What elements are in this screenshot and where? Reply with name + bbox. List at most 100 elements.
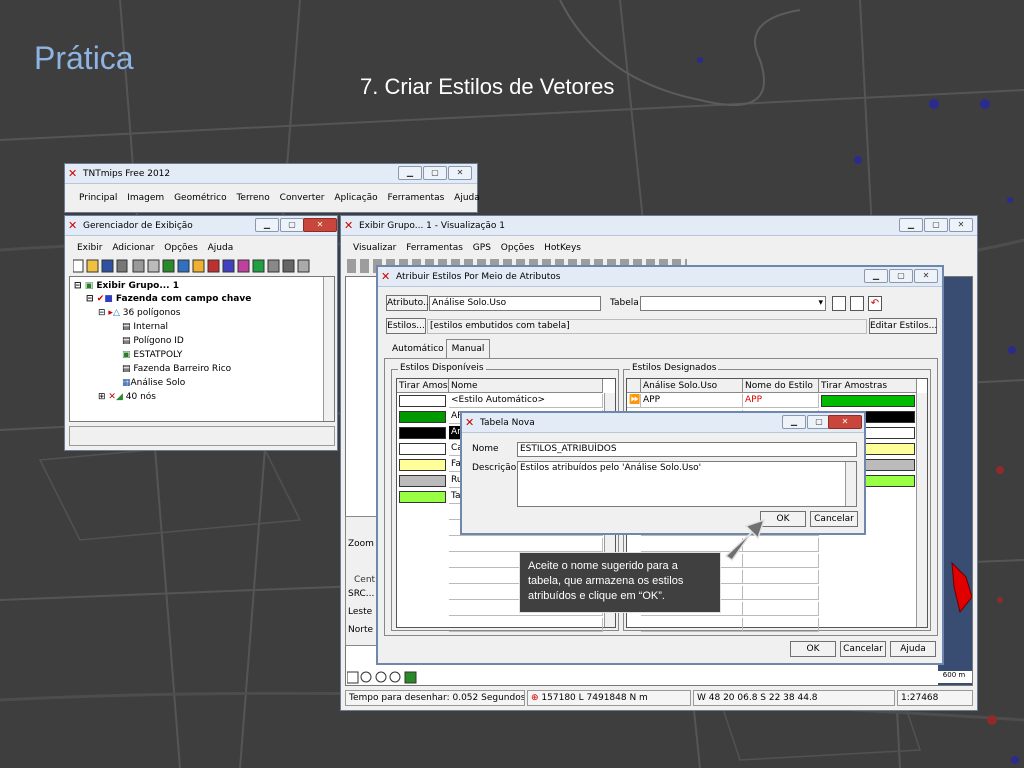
- display-manager-title-bar[interactable]: ✕ Gerenciador de Exibição ▁ ▢ ✕: [65, 216, 337, 236]
- table-select[interactable]: ▾: [640, 296, 826, 311]
- close-button[interactable]: ✕: [914, 269, 938, 283]
- menu-adicionar[interactable]: Adicionar: [112, 243, 154, 253]
- style-swatch[interactable]: [399, 395, 446, 407]
- slide-subtitle: 7. Criar Estilos de Vetores: [360, 74, 615, 99]
- pointer-arrow-icon: [724, 518, 766, 562]
- menu-terreno[interactable]: Terreno: [236, 193, 269, 203]
- col-header-sample[interactable]: Tirar Amostras: [397, 379, 449, 393]
- main-menu: Principal Imagem Geométrico Terreno Conv…: [79, 190, 487, 206]
- style-swatch[interactable]: [399, 427, 446, 439]
- tab-automatico[interactable]: Automático: [392, 344, 444, 354]
- minimize-button[interactable]: ▁: [255, 218, 279, 232]
- menu-exibir[interactable]: Exibir: [77, 243, 102, 253]
- menu-ferramentas[interactable]: Ferramentas: [406, 243, 463, 253]
- style-swatch[interactable]: [399, 491, 446, 503]
- main-title-bar[interactable]: ✕ TNTmips Free 2012 ▁ ▢ ✕: [65, 164, 477, 184]
- close-button[interactable]: ✕: [949, 218, 973, 232]
- menu-principal[interactable]: Principal: [79, 193, 117, 203]
- available-style-name[interactable]: <Estilo Automático>: [449, 394, 603, 408]
- menu-ajuda[interactable]: Ajuda: [208, 243, 234, 253]
- src-button[interactable]: SRC...: [348, 589, 374, 599]
- minimize-button[interactable]: ▁: [899, 218, 923, 232]
- tntmips-logo-icon: ✕: [465, 416, 475, 429]
- style-swatch[interactable]: [399, 443, 446, 455]
- description-scrollbar[interactable]: [845, 462, 856, 506]
- new-table-title-bar[interactable]: ✕ Tabela Nova ▁ ▢ ✕: [462, 413, 864, 433]
- edit-table-icon[interactable]: [850, 296, 864, 311]
- menu-gps[interactable]: GPS: [473, 243, 491, 253]
- cancel-button[interactable]: Cancelar: [840, 641, 886, 657]
- style-swatch[interactable]: [399, 475, 446, 487]
- close-button[interactable]: ✕: [303, 218, 337, 232]
- tntmips-main-window: ✕ TNTmips Free 2012 ▁ ▢ ✕ Principal Imag…: [64, 163, 480, 213]
- minimize-button[interactable]: ▁: [782, 415, 806, 429]
- assigned-style-name[interactable]: APP: [743, 394, 819, 408]
- tree-item-fazenda[interactable]: ▤ Fazenda Barreiro Rico: [122, 364, 231, 374]
- assigned-uso-value[interactable]: APP: [641, 394, 743, 408]
- ok-button[interactable]: OK: [790, 641, 836, 657]
- assigned-style-swatch[interactable]: [821, 395, 915, 407]
- menu-geometrico[interactable]: Geométrico: [174, 193, 227, 203]
- description-input[interactable]: Estilos atribuídos pelo 'Análise Solo.Us…: [517, 461, 857, 507]
- attribute-button[interactable]: Atributo...: [386, 295, 432, 311]
- tree-scrollbar[interactable]: [323, 277, 334, 421]
- bottom-tool-icons[interactable]: [346, 671, 427, 685]
- assigned-scrollbar[interactable]: [916, 393, 927, 627]
- undo-icon[interactable]: ↶: [868, 296, 882, 311]
- menu-ferramentas[interactable]: Ferramentas: [388, 193, 445, 203]
- menu-converter[interactable]: Converter: [280, 193, 325, 203]
- assign-title-bar[interactable]: ✕ Atribuir Estilos Por Meio de Atributos…: [378, 267, 942, 287]
- style-swatch[interactable]: [399, 411, 446, 423]
- col-header-style-name[interactable]: Nome do Estilo: [743, 379, 819, 393]
- display-manager-title: Gerenciador de Exibição: [83, 221, 193, 231]
- minimize-button[interactable]: ▁: [864, 269, 888, 283]
- table-name-input[interactable]: ESTILOS_ATRIBUÍDOS: [517, 442, 857, 457]
- scale-bar: 600 m: [936, 671, 972, 683]
- display-manager-window: ✕ Gerenciador de Exibição ▁ ▢ ✕ Exibir A…: [64, 215, 338, 451]
- tree-item-group[interactable]: ⊟ ▣ Exibir Grupo... 1: [74, 281, 179, 291]
- edit-styles-button[interactable]: Editar Estilos...: [869, 318, 937, 334]
- maximize-button[interactable]: ▢: [423, 166, 447, 180]
- styles-field: [estilos embutidos com tabela]: [427, 319, 867, 334]
- view-title-bar[interactable]: ✕ Exibir Grupo... 1 - Visualização 1 ▁ ▢…: [341, 216, 977, 236]
- tree-item-estatpoly[interactable]: ▣ ESTATPOLY: [122, 350, 182, 360]
- menu-opcoes[interactable]: Opções: [164, 243, 197, 253]
- tree-item-layer[interactable]: ⊟ ✔■ Fazenda com campo chave: [86, 294, 251, 304]
- tab-manual[interactable]: Manual: [446, 339, 490, 359]
- help-button[interactable]: Ajuda: [890, 641, 936, 657]
- maximize-button[interactable]: ▢: [924, 218, 948, 232]
- tntmips-logo-icon: ✕: [68, 219, 78, 232]
- menu-imagem[interactable]: Imagem: [127, 193, 164, 203]
- maximize-button[interactable]: ▢: [889, 269, 913, 283]
- close-button[interactable]: ✕: [448, 166, 472, 180]
- empty-row: [743, 586, 819, 600]
- col-header-sample[interactable]: Tirar Amostras: [819, 379, 917, 393]
- tree-item-polygons[interactable]: ⊟ ▸△ 36 polígonos: [98, 308, 180, 318]
- layer-tree: ⊟ ▣ Exibir Grupo... 1 ⊟ ✔■ Fazenda com c…: [69, 276, 335, 422]
- view-bottom-toolbar[interactable]: [346, 671, 577, 685]
- style-swatch[interactable]: [399, 459, 446, 471]
- menu-aplicacao[interactable]: Aplicação: [334, 193, 377, 203]
- tree-item-poligono-id[interactable]: ▤ Polígono ID: [122, 336, 184, 346]
- maximize-button[interactable]: ▢: [280, 218, 304, 232]
- col-header-uso[interactable]: Análise Solo.Uso: [641, 379, 743, 393]
- tree-item-analise-solo[interactable]: ▦Análise Solo: [122, 378, 185, 388]
- attribute-field[interactable]: Análise Solo.Uso: [429, 296, 601, 311]
- col-header-name[interactable]: Nome: [449, 379, 603, 393]
- new-table-cancel-button[interactable]: Cancelar: [810, 511, 858, 527]
- tree-item-internal[interactable]: ▤ Internal: [122, 322, 168, 332]
- new-table-icon[interactable]: [832, 296, 846, 311]
- close-button[interactable]: ✕: [828, 415, 862, 429]
- row-arrow-icon: ⏩: [627, 394, 641, 408]
- styles-button[interactable]: Estilos...: [386, 318, 426, 334]
- menu-ajuda[interactable]: Ajuda: [454, 193, 480, 203]
- minimize-button[interactable]: ▁: [398, 166, 422, 180]
- tree-item-nodes[interactable]: ⊞ ✕◢ 40 nós: [98, 392, 156, 402]
- col-header-arrow: [627, 379, 641, 393]
- menu-visualizar[interactable]: Visualizar: [353, 243, 396, 253]
- toolbar-icons[interactable]: [72, 259, 323, 273]
- menu-hotkeys[interactable]: HotKeys: [544, 243, 581, 253]
- chevron-down-icon[interactable]: ▾: [818, 297, 823, 310]
- empty-row: [743, 602, 819, 616]
- menu-opcoes[interactable]: Opções: [501, 243, 534, 253]
